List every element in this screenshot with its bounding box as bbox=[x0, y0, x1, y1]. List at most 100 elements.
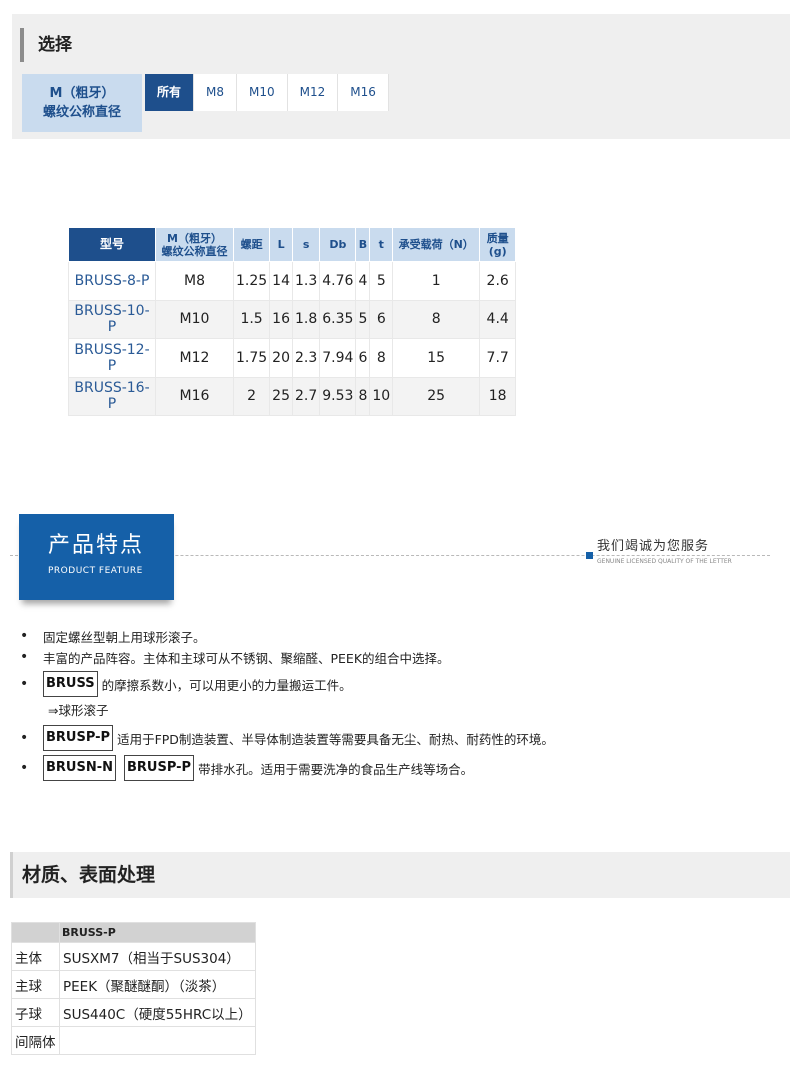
header-mass: 质量 (g) bbox=[479, 227, 517, 262]
selection-title: 选择 bbox=[20, 28, 72, 62]
list-item: BRUSN-N BRUSP-P 带排水孔。适用于需要洗净的食品生产线等场合。 bbox=[20, 754, 554, 782]
cell-s: 1.3 bbox=[291, 261, 321, 301]
thread-filter-label: M（粗牙） 螺纹公称直径 bbox=[22, 74, 142, 132]
list-item: 固定螺丝型朝上用球形滚子。 bbox=[20, 626, 554, 646]
cell-model[interactable]: BRUSS-16-P bbox=[68, 376, 156, 416]
selection-panel: 选择 M（粗牙） 螺纹公称直径 所有 M8 M10 M12 M16 bbox=[12, 14, 790, 139]
feature-text-2: 丰富的产品阵容。主体和主球可从不锈钢、聚缩醛、PEEK的组合中选择。 bbox=[43, 650, 450, 666]
feature-text-1: 固定螺丝型朝上用球形滚子。 bbox=[43, 629, 206, 645]
spec-table: 型号 M（粗牙） 螺纹公称直径 螺距 L s Db B t 承受载荷（N） 质量… bbox=[68, 227, 517, 416]
table-row: 主体 SUSXM7（相当于SUS304） bbox=[11, 942, 256, 971]
cell-mass: 4.4 bbox=[479, 299, 517, 339]
cell-pitch: 2 bbox=[232, 376, 271, 416]
list-item: BRUSP-P 适用于FPD制造装置、半导体制造装置等需要具备无尘、耐热、耐药性… bbox=[20, 724, 554, 752]
material-header-row: BRUSS-P bbox=[11, 922, 256, 943]
feature-list: 固定螺丝型朝上用球形滚子。 丰富的产品阵容。主体和主球可从不锈钢、聚缩醛、PEE… bbox=[20, 626, 554, 782]
header-thread-line2: 螺纹公称直径 bbox=[161, 244, 228, 258]
filter-option-m8[interactable]: M8 bbox=[194, 74, 238, 111]
cell-s: 1.8 bbox=[291, 299, 321, 339]
cell-pitch: 1.5 bbox=[232, 299, 271, 339]
cell-mass: 2.6 bbox=[479, 261, 517, 301]
header-s: s bbox=[291, 227, 321, 262]
cell-load: 25 bbox=[392, 376, 481, 416]
feature-text-3: 的摩擦系数小，可以用更小的力量搬运工件。 bbox=[101, 677, 352, 693]
feature-text-5: 带排水孔。适用于需要洗净的食品生产线等场合。 bbox=[198, 761, 474, 777]
header-pitch: 螺距 bbox=[232, 227, 271, 262]
table-row: 间隔体 bbox=[11, 1026, 256, 1055]
cell-L: 25 bbox=[269, 376, 293, 416]
square-bullet-icon bbox=[586, 552, 593, 559]
thread-filter-options: 所有 M8 M10 M12 M16 bbox=[145, 74, 389, 111]
header-B: B bbox=[355, 227, 371, 262]
cell-model[interactable]: BRUSS-10-P bbox=[68, 299, 156, 339]
material-value: SUSXM7（相当于SUS304） bbox=[59, 942, 256, 971]
product-feature-banner: 产品特点 PRODUCT FEATURE bbox=[19, 514, 174, 600]
filter-label-line1: M（粗牙） bbox=[49, 86, 115, 101]
header-thread-line1: M（粗牙） bbox=[167, 231, 222, 245]
header-mass-line1: 质量 bbox=[486, 231, 509, 245]
model-tag-brusp-p: BRUSP-P bbox=[124, 755, 195, 781]
material-label: 主球 bbox=[11, 970, 60, 999]
header-Db: Db bbox=[319, 227, 357, 262]
material-value: PEEK（聚醚醚酮）（淡茶） bbox=[59, 970, 256, 999]
spec-header-row: 型号 M（粗牙） 螺纹公称直径 螺距 L s Db B t 承受载荷（N） 质量… bbox=[68, 227, 517, 262]
feature-title-en: PRODUCT FEATURE bbox=[48, 566, 143, 576]
material-header-model: BRUSS-P bbox=[59, 922, 256, 943]
material-value: SUS440C（硬度55HRC以上） bbox=[59, 998, 256, 1027]
cell-Db: 9.53 bbox=[319, 376, 357, 416]
model-tag-brusn-n: BRUSN-N bbox=[43, 755, 116, 781]
cell-pitch: 1.25 bbox=[232, 261, 271, 301]
cell-t: 10 bbox=[369, 376, 394, 416]
material-label: 主体 bbox=[11, 942, 60, 971]
table-row: 主球 PEEK（聚醚醚酮）（淡茶） bbox=[11, 970, 256, 999]
filter-option-m12[interactable]: M12 bbox=[287, 74, 339, 111]
cell-thread: M12 bbox=[155, 338, 234, 378]
slogan-en: GENUINE LICENSED QUALITY OF THE LETTER bbox=[597, 558, 732, 565]
cell-pitch: 1.75 bbox=[232, 338, 271, 378]
feature-title-cn: 产品特点 bbox=[48, 533, 145, 558]
cell-t: 8 bbox=[369, 338, 394, 378]
cell-L: 20 bbox=[269, 338, 293, 378]
cell-Db: 7.94 bbox=[319, 338, 357, 378]
header-thread: M（粗牙） 螺纹公称直径 bbox=[155, 227, 234, 262]
header-model: 型号 bbox=[68, 227, 156, 262]
material-label: 间隔体 bbox=[11, 1026, 60, 1055]
service-slogan: 我们竭诚为您服务 GENUINE LICENSED QUALITY OF THE… bbox=[586, 538, 732, 565]
feature-text-4: 适用于FPD制造装置、半导体制造装置等需要具备无尘、耐热、耐药性的环境。 bbox=[117, 731, 554, 747]
cell-thread: M8 bbox=[155, 261, 234, 301]
cell-B: 8 bbox=[355, 376, 371, 416]
cell-thread: M10 bbox=[155, 299, 234, 339]
table-row: BRUSS-8-P M8 1.25 14 1.3 4.76 4 5 1 2.6 bbox=[68, 261, 517, 301]
cell-L: 16 bbox=[269, 299, 293, 339]
material-label: 子球 bbox=[11, 998, 60, 1027]
material-panel: 材质、表面处理 bbox=[10, 852, 790, 898]
cell-model[interactable]: BRUSS-12-P bbox=[68, 338, 156, 378]
cell-mass: 7.7 bbox=[479, 338, 517, 378]
cell-s: 2.3 bbox=[291, 338, 321, 378]
cell-B: 6 bbox=[355, 338, 371, 378]
header-t: t bbox=[369, 227, 394, 262]
filter-option-m10[interactable]: M10 bbox=[237, 74, 288, 111]
cell-model[interactable]: BRUSS-8-P bbox=[68, 261, 156, 301]
filter-option-all[interactable]: 所有 bbox=[145, 74, 195, 111]
material-table: BRUSS-P 主体 SUSXM7（相当于SUS304） 主球 PEEK（聚醚醚… bbox=[11, 922, 256, 1055]
cell-load: 1 bbox=[392, 261, 481, 301]
list-item: BRUSS 的摩擦系数小，可以用更小的力量搬运工件。 bbox=[20, 670, 554, 698]
table-row: BRUSS-10-P M10 1.5 16 1.8 6.35 5 6 8 4.4 bbox=[68, 299, 517, 339]
model-tag-brusp-p: BRUSP-P bbox=[43, 725, 114, 751]
feature-sub-link[interactable]: ⇒球形滚子 bbox=[20, 698, 554, 720]
cell-B: 4 bbox=[355, 261, 371, 301]
cell-mass: 18 bbox=[479, 376, 517, 416]
material-title: 材质、表面处理 bbox=[22, 864, 156, 886]
model-tag-bruss: BRUSS bbox=[43, 671, 98, 697]
header-L: L bbox=[269, 227, 293, 262]
cell-load: 8 bbox=[392, 299, 481, 339]
cell-load: 15 bbox=[392, 338, 481, 378]
cell-s: 2.7 bbox=[291, 376, 321, 416]
list-item: 丰富的产品阵容。主体和主球可从不锈钢、聚缩醛、PEEK的组合中选择。 bbox=[20, 646, 554, 668]
cell-L: 14 bbox=[269, 261, 293, 301]
filter-option-m16[interactable]: M16 bbox=[338, 74, 389, 111]
cell-t: 5 bbox=[369, 261, 394, 301]
table-row: BRUSS-12-P M12 1.75 20 2.3 7.94 6 8 15 7… bbox=[68, 338, 517, 378]
slogan-cn: 我们竭诚为您服务 bbox=[597, 539, 710, 554]
